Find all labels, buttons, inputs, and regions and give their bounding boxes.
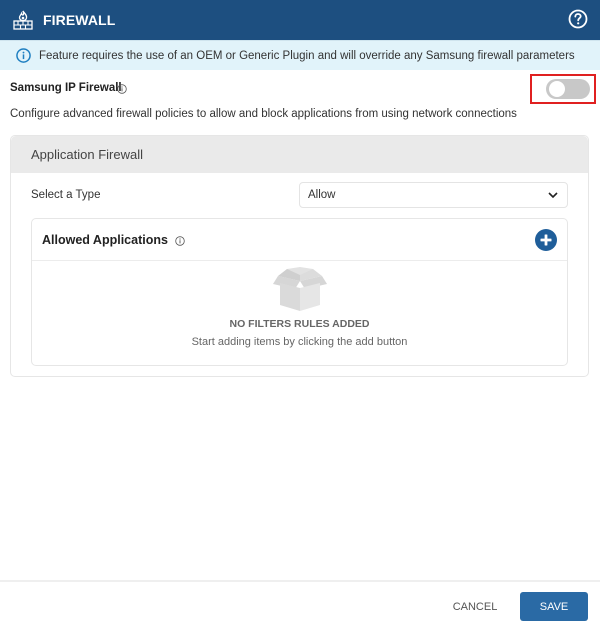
allowed-applications-header: Allowed Applications: [32, 219, 567, 261]
cancel-button[interactable]: CANCEL: [440, 592, 510, 621]
samsung-ip-firewall-toggle[interactable]: [546, 79, 590, 99]
empty-state: NO FILTERS RULES ADDED Start adding item…: [32, 267, 567, 348]
info-icon[interactable]: [117, 84, 127, 94]
plugin-warning-banner: Feature requires the use of an OEM or Ge…: [0, 40, 600, 70]
select-type-label: Select a Type: [31, 189, 101, 201]
type-select-value: Allow: [308, 189, 336, 201]
card-header: Application Firewall: [11, 136, 588, 173]
samsung-ip-firewall-label: Samsung IP Firewall: [10, 82, 122, 94]
footer-bar: CANCEL SAVE: [0, 580, 600, 628]
empty-box-icon: [272, 267, 327, 311]
page-title: FIREWALL: [43, 12, 116, 28]
empty-state-subtitle: Start adding items by clicking the add b…: [191, 336, 408, 348]
toggle-knob: [549, 81, 565, 97]
plus-circle-icon[interactable]: [535, 229, 557, 251]
header-bar: FIREWALL: [0, 0, 600, 40]
save-button[interactable]: SAVE: [520, 592, 588, 621]
help-circle-icon[interactable]: [568, 9, 588, 29]
card-title: Application Firewall: [31, 147, 143, 162]
allowed-applications-title: Allowed Applications: [42, 232, 168, 247]
banner-text: Feature requires the use of an OEM or Ge…: [39, 49, 575, 62]
type-select[interactable]: Allow: [299, 182, 568, 208]
application-firewall-card: Application Firewall Select a Type Allow…: [10, 135, 589, 377]
firewall-icon: [13, 10, 33, 30]
info-icon[interactable]: [175, 235, 185, 246]
chevron-down-icon: [548, 192, 558, 199]
allowed-applications-panel: Allowed Applications NO FILTERS RULES AD…: [31, 218, 568, 366]
samsung-ip-firewall-description: Configure advanced firewall policies to …: [10, 108, 517, 120]
info-icon: [16, 48, 31, 63]
empty-state-title: NO FILTERS RULES ADDED: [229, 318, 370, 330]
